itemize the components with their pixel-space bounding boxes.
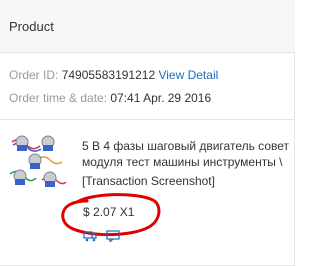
product-title[interactable]: 5 В 4 фазы шаговый двигатель совет модул… [82, 138, 295, 170]
motor-cluster-icon [9, 135, 67, 187]
product-header: Product [0, 0, 295, 53]
view-detail-link[interactable]: View Detail [158, 68, 218, 82]
stepper-motor-thumbnail[interactable] [6, 130, 70, 194]
order-id-value: 74905583191212 [61, 68, 156, 82]
order-time-value: 07:41 Apr. 29 2016 [110, 91, 212, 105]
shipping-icon[interactable] [83, 230, 97, 242]
order-time-label: Order time & date: [9, 91, 111, 105]
order-id-label: Order ID: [9, 68, 62, 82]
order-time-row: Order time & date: 07:41 Apr. 29 2016 [9, 91, 211, 105]
order-card: Product Order ID: 74905583191212 View De… [0, 0, 295, 266]
transaction-screenshot-link[interactable]: [Transaction Screenshot] [82, 174, 215, 188]
message-icon[interactable] [106, 230, 120, 242]
divider [0, 119, 295, 120]
order-id-row: Order ID: 74905583191212 View Detail [9, 68, 218, 82]
product-title-line-2: модуля тест машины инструменты \ [82, 155, 283, 169]
header-title: Product [9, 19, 54, 34]
product-title-line-1: 5 В 4 фазы шаговый двигатель совет [82, 139, 289, 153]
